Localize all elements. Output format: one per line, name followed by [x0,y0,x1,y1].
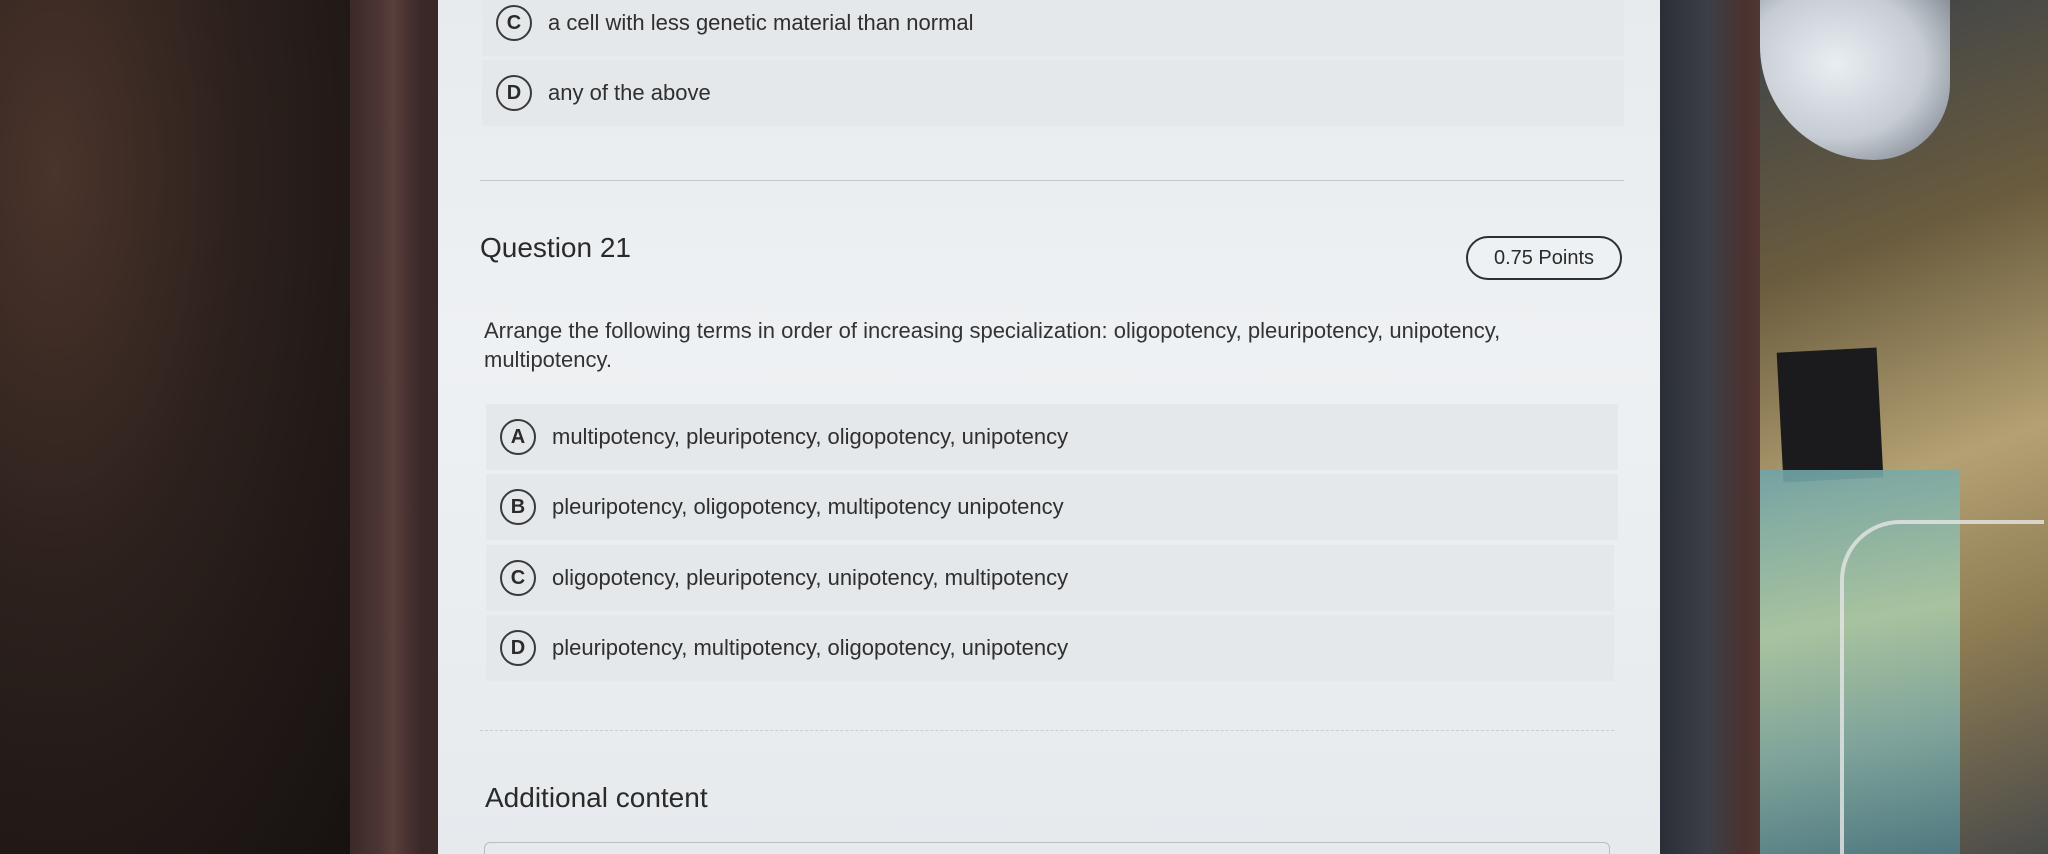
question-title: Question 21 [480,232,631,263]
option-text: oligopotency, pleuripotency, unipotency,… [552,565,1069,590]
desk-background-right [1760,0,2048,854]
cable-shape [1840,520,2044,854]
option-text: any of the above [548,80,711,105]
option-letter-badge: A [500,419,536,455]
option-letter-badge: C [496,5,532,41]
option-d[interactable]: D pleuripotency, multipotency, oligopote… [486,615,1614,681]
option-a[interactable]: A multipotency, pleuripotency, oligopote… [486,404,1618,470]
section-separator [480,730,1614,731]
option-letter-badge: D [496,75,532,111]
additional-content-heading: Additional content [485,782,708,813]
option-c[interactable]: C oligopotency, pleuripotency, unipotenc… [486,545,1614,611]
option-text: pleuripotency, multipotency, oligopotenc… [552,635,1069,660]
option-letter-badge: D [500,630,536,666]
option-b[interactable]: B pleuripotency, oligopotency, multipote… [486,474,1618,540]
points-badge: 0.75 Points [1466,236,1622,280]
option-letter-badge: B [500,489,536,525]
option-text: pleuripotency, oligopotency, multipotenc… [552,494,1064,519]
wrist-band-shape [1776,347,1884,483]
option-letter-badge: C [500,560,536,596]
question-prompt: Arrange the following terms in order of … [484,318,1501,372]
prev-option-c[interactable]: C a cell with less genetic material than… [482,0,1624,56]
option-text: multipotency, pleuripotency, oligopotenc… [552,424,1069,449]
desk-background-left [0,0,360,854]
question-separator [480,180,1624,181]
additional-content-box [484,842,1610,854]
prev-option-d[interactable]: D any of the above [482,60,1624,126]
option-text: a cell with less genetic material than n… [548,10,974,35]
lamp-shape [1760,0,1950,160]
photo-scene: C a cell with less genetic material than… [0,0,2048,854]
